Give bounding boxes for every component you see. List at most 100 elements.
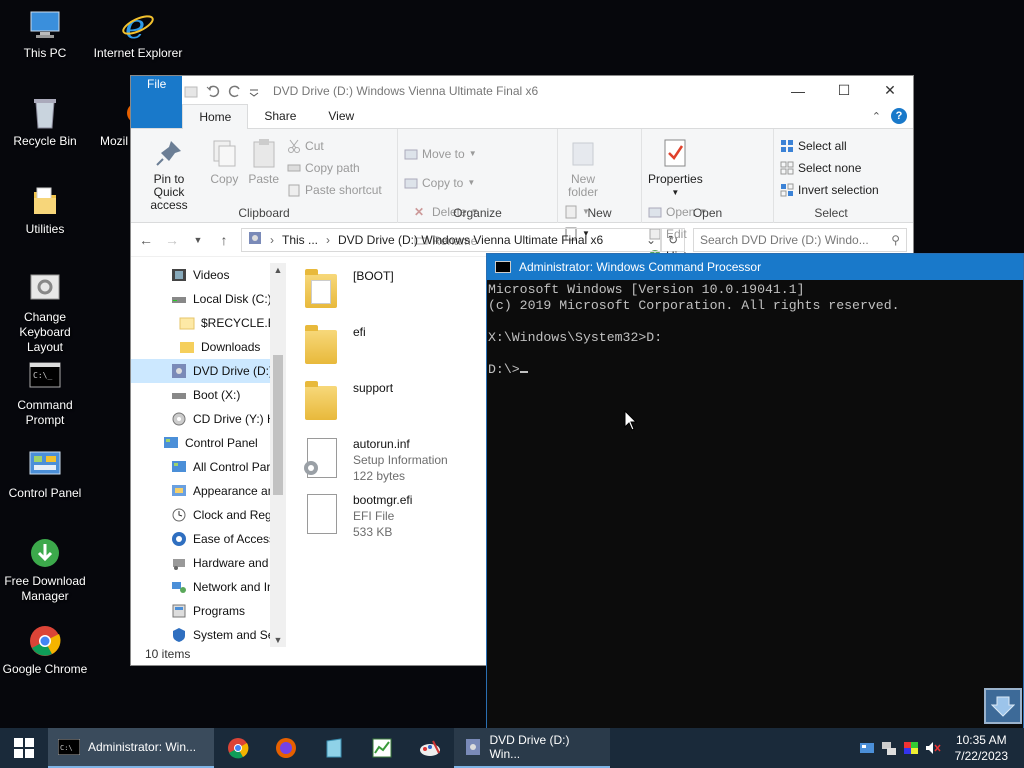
- search-placeholder: Search DVD Drive (D:) Windo...: [700, 232, 869, 247]
- nav-item-programs[interactable]: Programs: [131, 599, 286, 623]
- cmd-output[interactable]: Microsoft Windows [Version 10.0.19041.1]…: [487, 280, 1023, 380]
- desktop-icon-command-prompt[interactable]: C:\_ Command Prompt: [0, 360, 90, 428]
- nav-item-system-security[interactable]: System and Se: [131, 623, 286, 647]
- chevron-down-icon[interactable]: [249, 83, 259, 99]
- invert-selection-button[interactable]: Invert selection: [780, 181, 879, 198]
- desktop-icon-label: Recycle Bin: [13, 134, 77, 148]
- taskbar-paint[interactable]: [406, 728, 454, 768]
- display-icon[interactable]: [903, 740, 919, 756]
- desktop-icon-control-panel[interactable]: Control Panel: [0, 448, 90, 501]
- back-arrow-icon[interactable]: ←: [137, 232, 155, 248]
- chevron-down-icon[interactable]: ⌄: [646, 233, 656, 247]
- list-item[interactable]: bootmgr.efi EFI File 533 KB: [303, 492, 493, 548]
- list-item[interactable]: efi: [303, 324, 493, 380]
- ribbon-tabs: File Home Share View ⌃ ?: [131, 76, 913, 129]
- taskbar-item-cmd[interactable]: C:\ Administrator: Win...: [48, 728, 214, 768]
- list-item[interactable]: autorun.inf Setup Information 122 bytes: [303, 436, 493, 492]
- properties-button[interactable]: Properties ▼: [648, 133, 703, 199]
- scrollbar-thumb[interactable]: [273, 355, 283, 495]
- copy-button[interactable]: Copy: [208, 133, 240, 186]
- redo-icon[interactable]: [227, 83, 243, 99]
- nav-item-videos[interactable]: Videos: [131, 263, 286, 287]
- paste-button[interactable]: Paste: [248, 133, 280, 186]
- breadcrumb-dvd-drive[interactable]: DVD Drive (D:) Windows Vienna Ultimate F…: [338, 233, 603, 247]
- keyboard-settings-icon: [28, 272, 62, 306]
- nav-item-downloads[interactable]: Downloads: [131, 335, 286, 359]
- move-to-button[interactable]: Move to ▼: [404, 145, 477, 162]
- collapse-ribbon-icon[interactable]: ⌃: [872, 110, 881, 123]
- address-bar[interactable]: › This ... › DVD Drive (D:) Windows Vien…: [241, 227, 661, 252]
- scroll-up-icon[interactable]: ▲: [270, 265, 286, 275]
- desktop-icon-google-chrome[interactable]: Google Chrome: [0, 624, 90, 677]
- nav-item-hardware[interactable]: Hardware and: [131, 551, 286, 575]
- nav-item-boot[interactable]: Boot (X:): [131, 383, 286, 407]
- select-all-button[interactable]: Select all: [780, 137, 879, 154]
- start-button[interactable]: [0, 728, 48, 768]
- breadcrumb-this-pc[interactable]: This ...: [282, 233, 318, 247]
- taskbar-task-manager[interactable]: [358, 728, 406, 768]
- list-item[interactable]: [BOOT]: [303, 268, 493, 324]
- nav-item-clock-region[interactable]: Clock and Regi: [131, 503, 286, 527]
- tab-file[interactable]: File: [131, 76, 183, 128]
- chrome-icon: [228, 738, 249, 759]
- nav-item-appearance[interactable]: Appearance an: [131, 479, 286, 503]
- explorer-titlebar[interactable]: DVD Drive (D:) Windows Vienna Ultimate F…: [131, 76, 913, 105]
- desktop-icon-change-keyboard[interactable]: Change Keyboard Layout: [0, 272, 90, 355]
- minimize-button[interactable]: —: [775, 76, 821, 105]
- desktop-icon-recycle-bin[interactable]: Recycle Bin: [0, 96, 90, 149]
- maximize-button[interactable]: ☐: [821, 76, 867, 105]
- nav-item-local-disk[interactable]: Local Disk (C:): [131, 287, 286, 311]
- tab-view[interactable]: View: [312, 104, 370, 128]
- volume-muted-icon[interactable]: [925, 740, 941, 756]
- desktop-icon-label: Command Prompt: [17, 398, 73, 427]
- cut-button[interactable]: Cut: [287, 137, 382, 154]
- scroll-down-button[interactable]: [984, 688, 1022, 724]
- desktop-icon-mozilla[interactable]: Mozil: [93, 96, 133, 149]
- desktop-icon-fdm[interactable]: Free Download Manager: [0, 536, 90, 604]
- group-label: Organize: [453, 206, 502, 220]
- nav-item-recycle-bin-folder[interactable]: $RECYCLE.BIN: [131, 311, 286, 335]
- window-title: DVD Drive (D:) Windows Vienna Ultimate F…: [273, 83, 539, 98]
- tab-share[interactable]: Share: [248, 104, 312, 128]
- taskbar-item-explorer[interactable]: DVD Drive (D:) Win...: [454, 728, 610, 768]
- desktop-icon-internet-explorer[interactable]: e Internet Explorer: [93, 7, 183, 61]
- forward-arrow-icon[interactable]: →: [163, 232, 181, 248]
- taskbar-firefox[interactable]: [262, 728, 310, 768]
- network-icon[interactable]: [881, 740, 897, 756]
- scroll-down-icon[interactable]: ▼: [270, 635, 286, 645]
- taskbar-clock[interactable]: 10:35 AM 7/22/2023: [955, 732, 1008, 764]
- select-none-button[interactable]: Select none: [780, 159, 879, 176]
- up-arrow-icon[interactable]: ↑: [215, 232, 233, 248]
- search-input[interactable]: Search DVD Drive (D:) Windo... ⚲: [693, 227, 907, 252]
- taskbar-chrome[interactable]: [214, 728, 262, 768]
- list-item[interactable]: support: [303, 380, 493, 436]
- nav-item-ease-of-access[interactable]: Ease of Access: [131, 527, 286, 551]
- copy-to-button[interactable]: Copy to ▼: [404, 174, 477, 191]
- nav-item-control-panel[interactable]: Control Panel: [131, 431, 286, 455]
- desktop-icon-utilities[interactable]: Utilities: [0, 184, 90, 237]
- command-prompt-window[interactable]: Administrator: Windows Command Processor…: [486, 253, 1024, 729]
- scissors-icon: [287, 139, 301, 153]
- pin-quick-access-button[interactable]: Pin to Quick access: [137, 133, 201, 212]
- nav-item-dvd-drive[interactable]: DVD Drive (D:): [131, 359, 286, 383]
- taskbar-notepad[interactable]: [310, 728, 358, 768]
- recent-locations-icon[interactable]: ▼: [189, 235, 207, 245]
- paste-shortcut-button[interactable]: Paste shortcut: [287, 181, 382, 198]
- help-icon[interactable]: ?: [891, 108, 907, 124]
- desktop-icon-label: Free Download Manager: [4, 574, 86, 603]
- language-icon[interactable]: [859, 740, 875, 756]
- new-folder-button[interactable]: New folder: [564, 133, 602, 199]
- nav-item-all-control-panel[interactable]: All Control Par: [131, 455, 286, 479]
- copy-icon: [208, 137, 240, 169]
- nav-item-network[interactable]: Network and In: [131, 575, 286, 599]
- nav-pane-scrollbar[interactable]: ▲ ▼: [270, 263, 286, 647]
- copy-path-button[interactable]: Copy path: [287, 159, 382, 176]
- desktop-icon-this-pc[interactable]: This PC: [0, 8, 90, 61]
- undo-icon[interactable]: [205, 83, 221, 99]
- cmd-titlebar[interactable]: Administrator: Windows Command Processor: [487, 254, 1023, 280]
- navigation-pane[interactable]: Videos Local Disk (C:) $RECYCLE.BIN Down…: [131, 263, 286, 647]
- nav-item-cd-drive[interactable]: CD Drive (Y:) H: [131, 407, 286, 431]
- tab-home[interactable]: Home: [182, 104, 249, 129]
- new-folder-icon[interactable]: [183, 83, 199, 99]
- close-button[interactable]: ✕: [867, 76, 913, 105]
